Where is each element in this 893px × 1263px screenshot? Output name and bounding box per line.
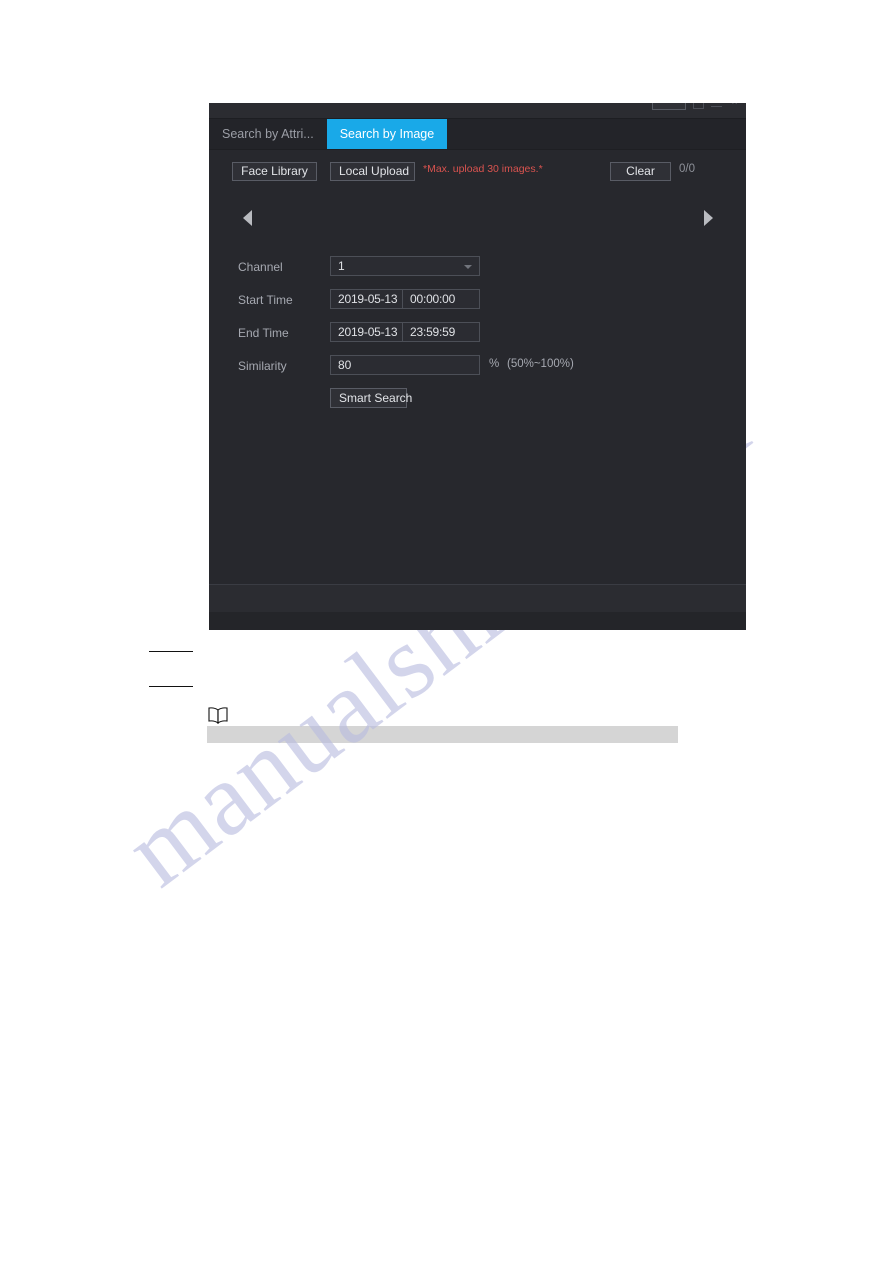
- dialog-tabbar: Search by Attri... Search by Image: [209, 119, 746, 150]
- text-rule-upper: [149, 651, 193, 652]
- upload-limit-warning: *Max. upload 30 images.*: [423, 163, 543, 175]
- image-counter: 0/0: [679, 163, 695, 175]
- tab-search-by-attribute[interactable]: Search by Attri...: [209, 119, 327, 149]
- image-gallery-strip: [209, 192, 746, 248]
- smart-search-button[interactable]: Smart Search: [330, 388, 412, 408]
- channel-value: 1: [338, 259, 345, 273]
- tab-label: Search by Attri...: [222, 127, 314, 141]
- form-row-channel: Channel 1: [209, 256, 746, 289]
- similarity-unit: %: [489, 358, 500, 370]
- restore-icon[interactable]: [652, 103, 686, 110]
- start-time-value[interactable]: 00:00:00: [403, 292, 455, 306]
- clear-button[interactable]: Clear: [610, 162, 671, 181]
- tab-search-by-image[interactable]: Search by Image: [326, 119, 448, 149]
- chevron-down-icon: [464, 265, 472, 269]
- open-book-icon: [207, 706, 229, 725]
- start-date-value[interactable]: 2019-05-13: [331, 290, 403, 308]
- close-icon[interactable]: ×: [729, 103, 740, 109]
- start-time-field[interactable]: 2019-05-13 00:00:00: [330, 289, 480, 309]
- dialog-footer: [209, 584, 746, 612]
- form-row-start-time: Start Time 2019-05-13 00:00:00: [209, 289, 746, 322]
- search-form: Channel 1 Start Time 2019-05-13 00:00:00…: [209, 248, 746, 421]
- similarity-input[interactable]: 80: [330, 355, 480, 375]
- triangle-right-icon[interactable]: [704, 210, 713, 226]
- tab-label: Search by Image: [339, 127, 435, 141]
- image-toolbar: Face Library Local Upload *Max. upload 3…: [209, 150, 746, 192]
- maximize-icon[interactable]: [693, 103, 704, 109]
- similarity-range-hint: (50%~100%): [507, 358, 574, 370]
- form-row-end-time: End Time 2019-05-13 23:59:59: [209, 322, 746, 355]
- dialog-body: Face Library Local Upload *Max. upload 3…: [209, 150, 746, 612]
- end-time-value[interactable]: 23:59:59: [403, 325, 455, 339]
- end-time-label: End Time: [238, 326, 289, 340]
- window-controls: ×: [652, 103, 740, 110]
- minimize-icon[interactable]: [711, 103, 722, 107]
- form-row-actions: Smart Search: [209, 388, 746, 421]
- face-library-button[interactable]: Face Library: [232, 162, 317, 181]
- note-highlight-bar: [207, 726, 678, 743]
- text-rule-lower: [149, 686, 193, 687]
- local-upload-button[interactable]: Local Upload: [330, 162, 415, 181]
- form-row-similarity: Similarity 80 % (50%~100%): [209, 355, 746, 388]
- end-date-value[interactable]: 2019-05-13: [331, 323, 403, 341]
- channel-select[interactable]: 1: [330, 256, 480, 276]
- start-time-label: Start Time: [238, 293, 293, 307]
- triangle-left-icon[interactable]: [243, 210, 252, 226]
- end-time-field[interactable]: 2019-05-13 23:59:59: [330, 322, 480, 342]
- dialog-titlebar: ×: [209, 103, 746, 119]
- channel-label: Channel: [238, 260, 283, 274]
- similarity-label: Similarity: [238, 359, 287, 373]
- similarity-value: 80: [338, 358, 352, 372]
- face-search-dialog: × Search by Attri... Search by Image Fac…: [209, 103, 746, 630]
